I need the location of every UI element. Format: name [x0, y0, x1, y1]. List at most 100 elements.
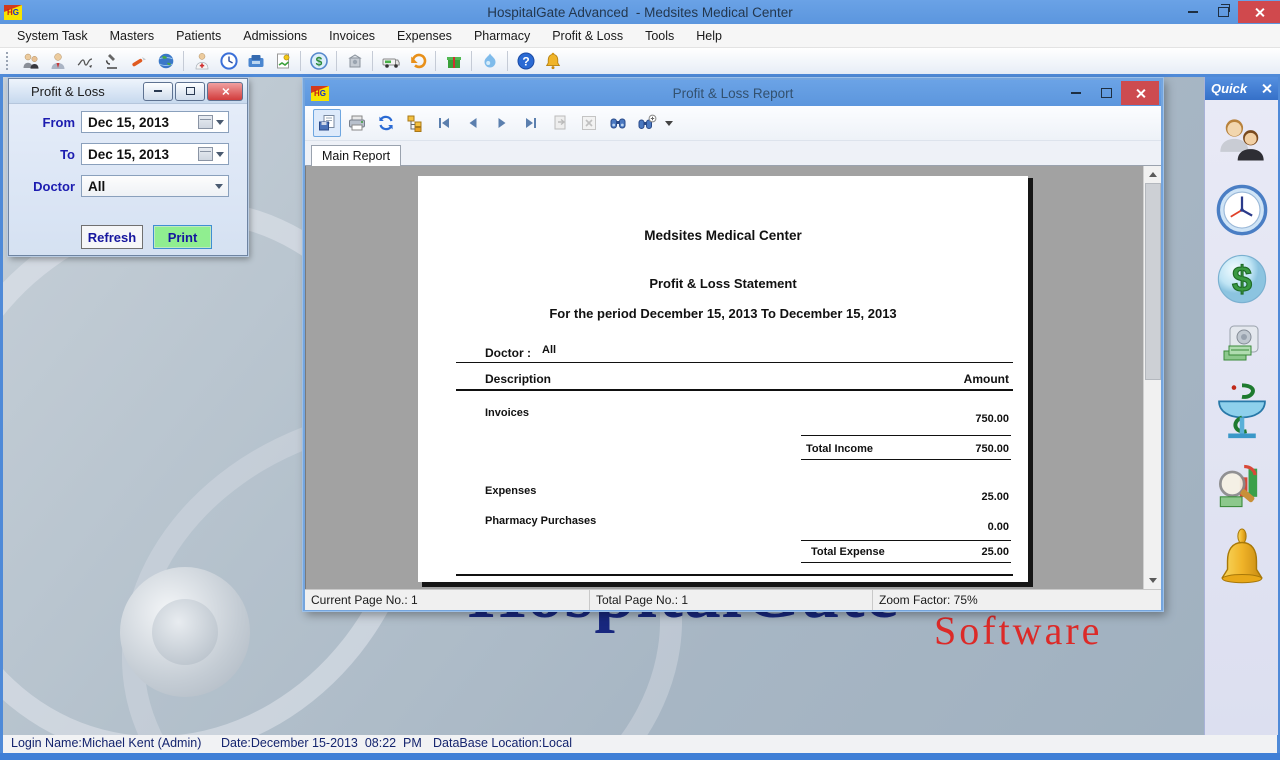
microscope-button[interactable] [98, 49, 125, 73]
close-icon [1135, 88, 1146, 99]
menu-item-profit-loss[interactable]: Profit & Loss [541, 24, 634, 47]
minimize-button[interactable] [1178, 1, 1208, 23]
package-button[interactable] [341, 49, 368, 73]
appointments-quick-button[interactable] [1214, 182, 1270, 238]
dialog-close-button[interactable] [207, 82, 243, 101]
zoom-caret-icon[interactable] [665, 121, 673, 126]
dialog-title: Profit & Loss [31, 84, 141, 99]
signature-button[interactable] [71, 49, 98, 73]
doctor-button[interactable] [188, 49, 215, 73]
scrollbar-thumb[interactable] [1145, 183, 1161, 380]
close-button[interactable] [1238, 1, 1280, 23]
svg-text:?: ? [522, 55, 529, 69]
print-button[interactable]: Print [153, 225, 212, 249]
status-zoom-factor: Zoom Factor: 75% [873, 590, 1161, 610]
last-page-icon [523, 115, 539, 131]
find-button[interactable] [605, 110, 631, 136]
scroll-down-button[interactable] [1144, 572, 1161, 589]
menu-item-invoices[interactable]: Invoices [318, 24, 386, 47]
report-vscrollbar[interactable] [1143, 166, 1161, 589]
patient-icon [48, 51, 68, 71]
chevron-down-icon[interactable] [216, 120, 224, 125]
status-date: Date:December 15-2013 08:22 PM [221, 736, 422, 750]
status-database: DataBase Location:Local [433, 736, 572, 750]
stethoscope-chestpiece-inner [152, 599, 218, 665]
patients-quick-button[interactable] [1214, 113, 1270, 169]
ambulance-icon [381, 51, 401, 71]
previous-page-button[interactable] [460, 110, 486, 136]
zoom-button[interactable] [634, 110, 660, 136]
from-date-input[interactable]: Dec 15, 2013 [81, 111, 229, 133]
status-current-page: Current Page No.: 1 [305, 590, 590, 610]
rule [801, 540, 1011, 541]
doctor-label: Doctor [17, 179, 75, 194]
menu-item-masters[interactable]: Masters [99, 24, 165, 47]
menu-item-pharmacy[interactable]: Pharmacy [463, 24, 541, 47]
cancel-loading-button[interactable] [576, 110, 602, 136]
menu-item-system-task[interactable]: System Task [6, 24, 99, 47]
patients-quick-icon [1216, 115, 1268, 167]
rule [456, 574, 1013, 576]
undo-button[interactable] [404, 49, 431, 73]
tab-main-report[interactable]: Main Report [311, 145, 401, 166]
minimize-icon [1188, 11, 1198, 13]
reminders-quick-button[interactable] [1214, 527, 1270, 591]
doctor-select[interactable]: All [81, 175, 229, 197]
toolbar-grip[interactable] [6, 52, 12, 70]
restore-button[interactable] [1208, 1, 1238, 23]
row-amount: 25.00 [981, 491, 1009, 503]
deposit-quick-button[interactable] [1214, 320, 1270, 370]
menu-item-admissions[interactable]: Admissions [232, 24, 318, 47]
dialog-restore-button[interactable] [175, 82, 205, 101]
group-tree-button[interactable] [402, 110, 428, 136]
appointments-quick-icon [1215, 183, 1269, 237]
patients-group-button[interactable] [17, 49, 44, 73]
dollar-coin-icon: $ [309, 51, 329, 71]
goto-page-button[interactable] [547, 110, 573, 136]
export-button[interactable] [313, 109, 341, 137]
report-titlebar[interactable]: HG Profit & Loss Report [305, 80, 1161, 106]
invoice-button[interactable] [269, 49, 296, 73]
row-amount: 750.00 [975, 413, 1009, 425]
payments-quick-button[interactable]: $ [1214, 251, 1270, 307]
svg-text:$: $ [315, 55, 322, 69]
dollar-coin-button[interactable]: $ [305, 49, 332, 73]
menu-item-tools[interactable]: Tools [634, 24, 685, 47]
help-button[interactable]: ? [512, 49, 539, 73]
print-report-button[interactable] [344, 110, 370, 136]
quick-close-icon[interactable] [1261, 83, 1272, 94]
reports-quick-button[interactable] [1214, 458, 1270, 514]
last-page-button[interactable] [518, 110, 544, 136]
report-minimize-button[interactable] [1061, 81, 1091, 105]
prescription-pen-button[interactable] [125, 49, 152, 73]
menu-item-help[interactable]: Help [685, 24, 733, 47]
fax-phone-button[interactable] [242, 49, 269, 73]
gift-button[interactable] [440, 49, 467, 73]
chevron-down-icon[interactable] [216, 152, 224, 157]
report-close-button[interactable] [1121, 81, 1159, 105]
refresh-report-button[interactable] [373, 110, 399, 136]
window-title: HospitalGate Advanced - Medsites Medical… [0, 5, 1280, 20]
ambulance-button[interactable] [377, 49, 404, 73]
splash-search-button[interactable] [476, 49, 503, 73]
to-label: To [17, 147, 75, 162]
refresh-button[interactable]: Refresh [81, 225, 143, 249]
menu-item-expenses[interactable]: Expenses [386, 24, 463, 47]
report-maximize-button[interactable] [1091, 81, 1121, 105]
dialog-minimize-button[interactable] [143, 82, 173, 101]
menu-item-patients[interactable]: Patients [165, 24, 232, 47]
scroll-up-button[interactable] [1144, 166, 1161, 183]
pharmacy-quick-button[interactable] [1214, 383, 1270, 445]
appointments-clock-button[interactable] [215, 49, 242, 73]
rule [801, 459, 1011, 460]
next-page-button[interactable] [489, 110, 515, 136]
first-page-button[interactable] [431, 110, 457, 136]
globe-button[interactable] [152, 49, 179, 73]
payments-quick-icon: $ [1215, 252, 1269, 306]
app-statusbar: Login Name:Michael Kent (Admin) Date:Dec… [3, 735, 1277, 753]
report-viewer[interactable]: Medsites Medical Center Profit & Loss St… [305, 166, 1161, 589]
to-date-input[interactable]: Dec 15, 2013 [81, 143, 229, 165]
reminder-bell-button[interactable] [539, 49, 566, 73]
dialog-titlebar[interactable]: Profit & Loss [9, 79, 247, 104]
patient-button[interactable] [44, 49, 71, 73]
